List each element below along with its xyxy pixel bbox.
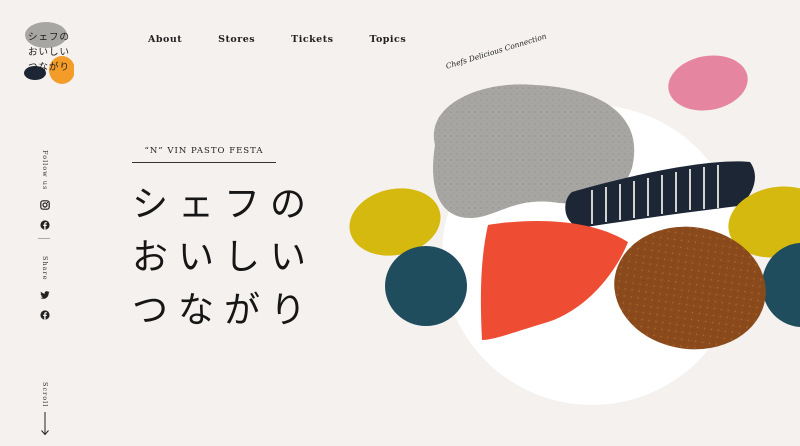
logo-line-1: シェフの xyxy=(28,32,71,43)
hero-illustration xyxy=(349,55,800,405)
event-name-text: “N” VIN PASTO FESTA xyxy=(144,146,264,156)
hero-title-line-1: シェフの xyxy=(132,184,317,225)
site-logo[interactable]: シェフの おいしい つながり xyxy=(22,18,74,88)
nav-stores[interactable]: Stores xyxy=(218,34,255,45)
arrow-down-icon[interactable] xyxy=(40,412,50,436)
scroll-label: Scroll xyxy=(41,382,49,408)
teal-shape-left xyxy=(385,246,467,326)
scroll-indicator[interactable]: Scroll xyxy=(35,382,55,407)
hero-title-line-2: おいしい xyxy=(132,237,317,278)
hero-title-line-3: つながり xyxy=(132,290,317,331)
facebook-icon[interactable] xyxy=(40,310,50,321)
twitter-icon[interactable] xyxy=(40,290,50,300)
nav-topics[interactable]: Topics xyxy=(369,34,406,45)
pink-shape xyxy=(668,55,748,111)
follow-label: Follow us xyxy=(41,150,49,191)
share-label: Share xyxy=(41,256,49,281)
facebook-icon[interactable] xyxy=(40,220,50,230)
instagram-icon[interactable] xyxy=(40,200,50,211)
nav-tickets[interactable]: Tickets xyxy=(291,34,333,45)
nav-about[interactable]: About xyxy=(148,34,182,45)
social-divider xyxy=(38,238,50,239)
share-group: Share xyxy=(35,256,55,321)
logo-wordmark: シェフの おいしい つながり xyxy=(28,30,76,75)
event-name-underline xyxy=(132,162,276,163)
event-name: “N” VIN PASTO FESTA xyxy=(132,146,276,163)
logo-line-3: つながり xyxy=(28,62,71,73)
hero-title: シェフの おいしい つながり xyxy=(132,178,332,337)
main-nav: About Stores Tickets Topics xyxy=(148,34,442,45)
follow-group: Follow us xyxy=(35,150,55,230)
logo-line-2: おいしい xyxy=(28,47,71,58)
